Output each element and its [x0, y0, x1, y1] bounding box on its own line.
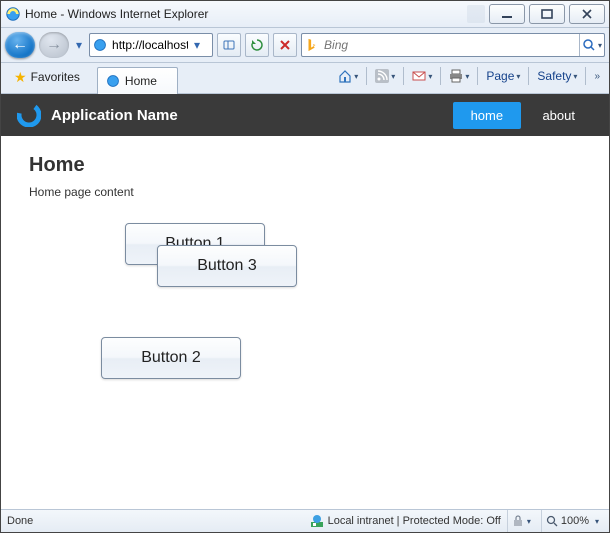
status-text: Done: [7, 515, 33, 527]
overflow-chevron[interactable]: »: [591, 66, 603, 86]
protected-mode-toggle[interactable]: ▾: [507, 510, 535, 532]
bing-icon: [305, 38, 319, 52]
page-text: Home page content: [29, 185, 581, 199]
page-body: Home Home page content Button 1 Button 3…: [1, 136, 609, 437]
window-title: Home - Windows Internet Explorer: [25, 7, 208, 21]
nav-history-dropdown[interactable]: ▾: [73, 38, 85, 52]
feeds-tool[interactable]: ▾: [372, 66, 398, 86]
stop-button[interactable]: [273, 33, 297, 57]
app-nav: home about: [453, 102, 593, 129]
zone-icon: [310, 514, 324, 528]
zoom-icon: [546, 515, 558, 527]
favorites-label: Favorites: [31, 70, 80, 84]
maximize-button[interactable]: [529, 4, 565, 24]
zone-label: Local intranet | Protected Mode: Off: [328, 515, 501, 527]
zoom-control[interactable]: 100% ▾: [541, 510, 603, 532]
address-bar: ← → ▾ ▾ ▾: [1, 28, 609, 63]
ie-icon: [5, 6, 21, 22]
page-heading: Home: [29, 154, 581, 177]
mail-tool[interactable]: ▾: [409, 66, 435, 86]
forward-button[interactable]: →: [39, 32, 69, 58]
address-dropdown[interactable]: ▾: [190, 38, 204, 52]
search-button[interactable]: ▾: [579, 34, 604, 56]
search-field-wrap: ▾: [301, 33, 605, 57]
tab-label: Home: [125, 74, 157, 88]
app-logo-icon: [17, 103, 41, 127]
status-bar: Done Local intranet | Protected Mode: Of…: [1, 509, 609, 532]
print-tool[interactable]: ▾: [446, 66, 472, 86]
close-button[interactable]: [569, 4, 605, 24]
window-titlebar: Home - Windows Internet Explorer: [1, 1, 609, 28]
favorites-button[interactable]: ★ Favorites: [5, 64, 89, 90]
address-field-wrap: ▾: [89, 33, 213, 57]
button-2[interactable]: Button 2: [101, 337, 241, 379]
tab-bar: ★ Favorites Home ▾ ▾ ▾ ▾ Page▾ Safety▾ »: [1, 63, 609, 94]
zoom-value: 100%: [561, 515, 589, 527]
page-viewport: Application Name home about Home Home pa…: [1, 94, 609, 509]
tab-home[interactable]: Home: [97, 67, 178, 94]
app-header: Application Name home about: [1, 94, 609, 136]
page-icon: [93, 38, 107, 52]
button-3[interactable]: Button 3: [157, 245, 297, 287]
button-canvas: Button 1 Button 3 Button 2: [29, 219, 581, 419]
minimize-button[interactable]: [489, 4, 525, 24]
star-icon: ★: [14, 69, 27, 86]
back-button[interactable]: ←: [5, 32, 35, 58]
nav-about[interactable]: about: [524, 102, 593, 129]
security-zone[interactable]: Local intranet | Protected Mode: Off: [310, 514, 501, 528]
safety-menu[interactable]: Safety▾: [534, 66, 580, 86]
tab-page-icon: [106, 74, 120, 88]
compat-view-button[interactable]: [217, 33, 241, 57]
title-glyph: [467, 5, 485, 23]
lock-icon: [512, 515, 524, 527]
command-bar: ▾ ▾ ▾ ▾ Page▾ Safety▾ »: [335, 66, 603, 86]
refresh-button[interactable]: [245, 33, 269, 57]
nav-home[interactable]: home: [453, 102, 522, 129]
search-input[interactable]: [322, 38, 579, 52]
page-menu[interactable]: Page▾: [483, 66, 523, 86]
app-title: Application Name: [51, 107, 453, 124]
home-tool[interactable]: ▾: [335, 66, 361, 86]
address-input[interactable]: [110, 37, 190, 53]
